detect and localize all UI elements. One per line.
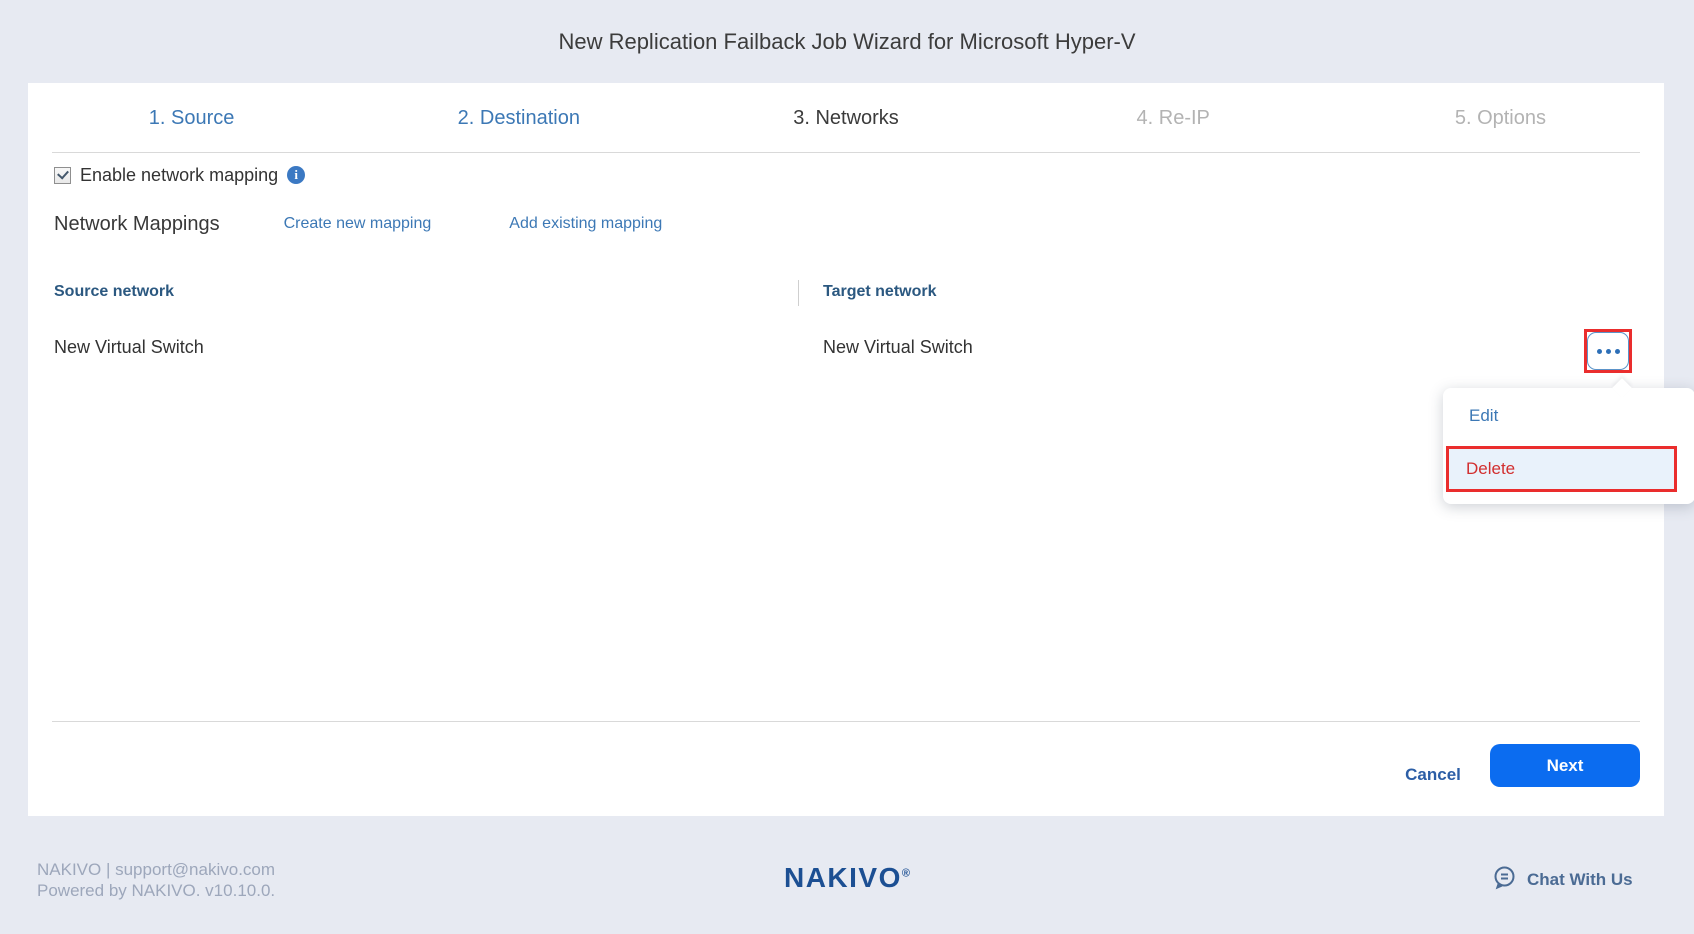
enable-network-mapping-label: Enable network mapping — [80, 165, 278, 186]
row-menu-highlight-box — [1584, 329, 1632, 373]
chat-bubble-icon — [1492, 865, 1517, 895]
footer-divider — [52, 721, 1640, 722]
network-mappings-heading: Network Mappings — [54, 213, 220, 236]
page: New Replication Failback Job Wizard for … — [0, 0, 1694, 934]
chat-with-us-label: Chat With Us — [1527, 870, 1633, 890]
menu-item-edit[interactable]: Edit — [1443, 388, 1694, 444]
create-new-mapping-link[interactable]: Create new mapping — [284, 215, 432, 233]
nakivo-logo-wrap: NAKIVO® — [0, 862, 1694, 894]
menu-item-delete[interactable]: Delete — [1466, 459, 1515, 479]
tab-networks[interactable]: 3. Networks — [682, 83, 1009, 153]
target-network-header: Target network — [823, 283, 937, 301]
mappings-table-header: Source network Target network — [28, 280, 1664, 306]
source-network-value: New Virtual Switch — [54, 337, 204, 358]
enable-network-mapping-checkbox[interactable] — [54, 167, 71, 184]
enable-network-mapping-row: Enable network mapping i — [54, 163, 305, 187]
ellipsis-menu-icon — [1597, 349, 1602, 354]
tab-destination[interactable]: 2. Destination — [355, 83, 682, 153]
mapping-table-row: New Virtual Switch New Virtual Switch — [28, 333, 1664, 363]
registered-mark: ® — [902, 868, 910, 880]
chat-with-us[interactable]: Chat With Us — [1492, 866, 1633, 894]
next-button[interactable]: Next — [1490, 744, 1640, 787]
network-mappings-toolbar: Network Mappings Create new mapping Add … — [54, 207, 662, 241]
tab-re-ip: 4. Re-IP — [1010, 83, 1337, 153]
add-existing-mapping-link[interactable]: Add existing mapping — [509, 215, 662, 233]
target-network-value: New Virtual Switch — [823, 337, 973, 358]
row-menu-button[interactable] — [1587, 332, 1629, 370]
cancel-button[interactable]: Cancel — [1400, 755, 1466, 795]
tab-options: 5. Options — [1337, 83, 1664, 153]
row-context-menu: Edit Delete — [1443, 388, 1694, 504]
info-icon[interactable]: i — [287, 166, 305, 184]
source-network-header: Source network — [54, 283, 174, 301]
tab-source[interactable]: 1. Source — [28, 83, 355, 153]
wizard-steps: 1. Source 2. Destination 3. Networks 4. … — [28, 83, 1664, 153]
nakivo-logo: NAKIVO® — [784, 862, 910, 893]
page-title: New Replication Failback Job Wizard for … — [0, 29, 1694, 55]
delete-highlight-box: Delete — [1446, 446, 1677, 492]
wizard-card: 1. Source 2. Destination 3. Networks 4. … — [28, 83, 1664, 816]
column-divider — [798, 280, 799, 306]
